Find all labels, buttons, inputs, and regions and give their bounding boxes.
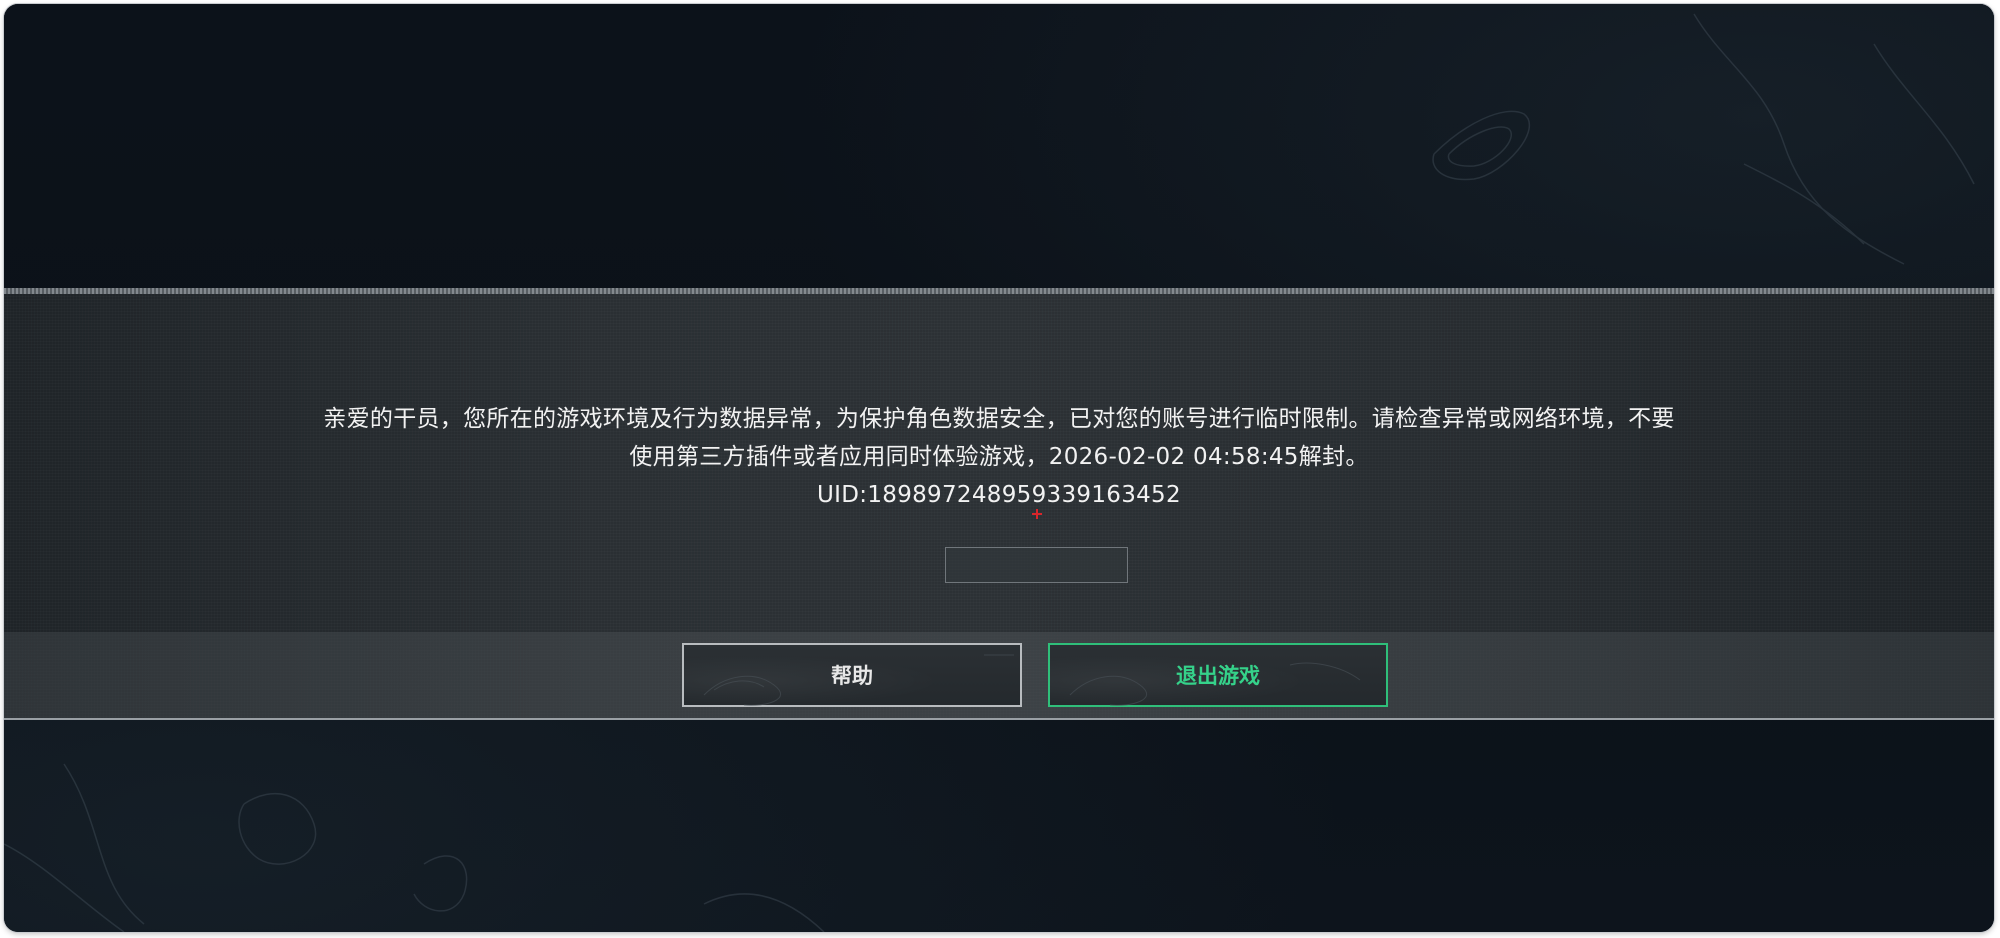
message-line-1: 亲爱的干员，您所在的游戏环境及行为数据异常，为保护角色数据安全，已对您的账号进行…	[323, 406, 1675, 432]
exit-game-button[interactable]: 退出游戏	[1048, 643, 1388, 707]
help-button[interactable]: 帮助	[682, 643, 1022, 707]
red-cross-icon	[1031, 508, 1043, 520]
game-window: 亲爱的干员，您所在的游戏环境及行为数据异常，为保护角色数据安全，已对您的账号进行…	[4, 4, 1994, 932]
empty-box	[945, 547, 1128, 583]
notice-band: 亲爱的干员，您所在的游戏环境及行为数据异常，为保护角色数据安全，已对您的账号进行…	[4, 288, 1994, 720]
band-top-divider	[4, 288, 1994, 294]
exit-game-button-label: 退出游戏	[1176, 664, 1260, 688]
uid-text: UID:1898972489593391634​52	[817, 482, 1181, 508]
band-bottom-divider	[4, 718, 1994, 720]
message-line-2: 使用第三方插件或者应用同时体验游戏，2026-02-02 04:58:45解封。	[629, 444, 1369, 470]
help-button-label: 帮助	[831, 664, 873, 688]
restriction-message: 亲爱的干员，您所在的游戏环境及行为数据异常，为保护角色数据安全，已对您的账号进行…	[4, 400, 1994, 514]
